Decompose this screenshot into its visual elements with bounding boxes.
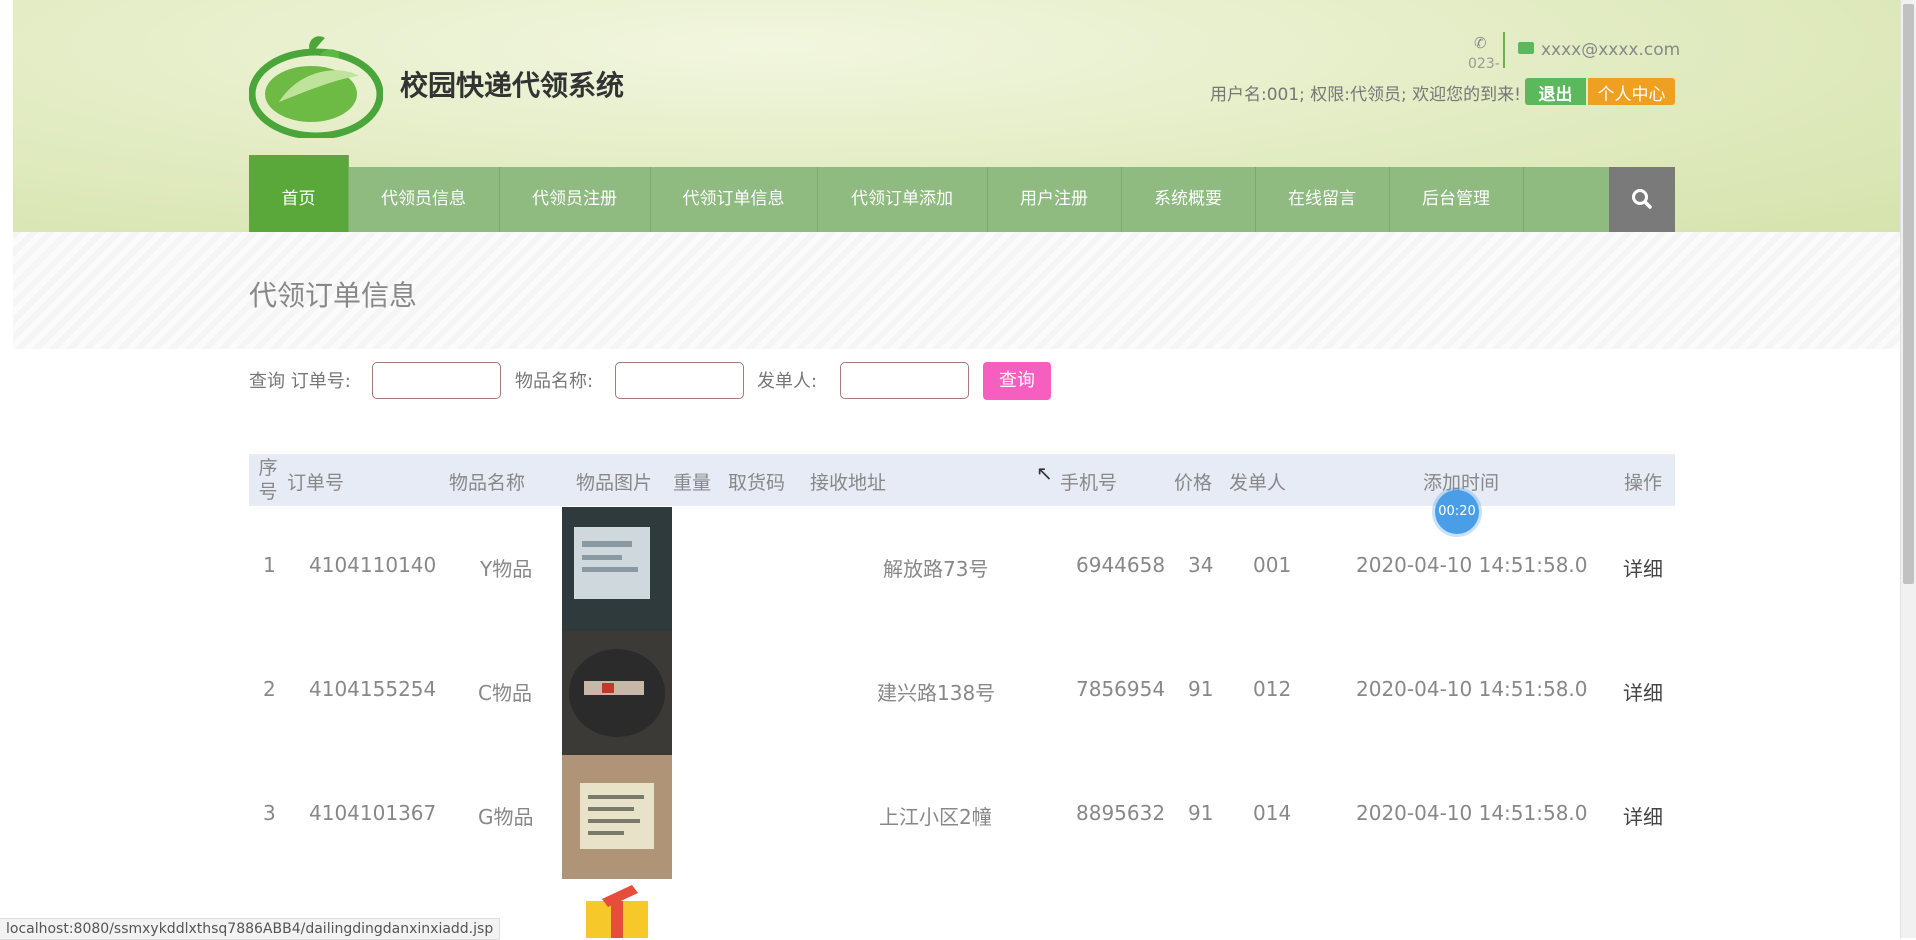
detail-link[interactable]: 详细: [1623, 677, 1663, 706]
profile-button[interactable]: 个人中心: [1588, 78, 1675, 105]
site-title: 校园快递代领系统: [400, 69, 625, 102]
cell-seq: 3: [263, 801, 276, 825]
nav-item-admin[interactable]: 后台管理: [1389, 167, 1524, 232]
th-item-name: 物品名称: [449, 472, 526, 494]
sender-label: 发单人:: [757, 371, 818, 392]
nav-item-home[interactable]: 首页: [249, 155, 349, 232]
cell-phone: 6944658: [1076, 553, 1166, 577]
cell-item-name: C物品: [478, 681, 532, 705]
th-item-image: 物品图片: [576, 472, 653, 494]
cell-added-time: 2020-04-10 14:51:58.0: [1356, 677, 1588, 701]
cell-address: 上江小区2幢: [879, 805, 992, 829]
cell-phone: 7856954: [1076, 677, 1166, 701]
th-price: 价格: [1174, 472, 1213, 494]
nav-item-system-overview[interactable]: 系统概要: [1121, 167, 1256, 232]
mouse-cursor-icon: ↖: [1036, 461, 1053, 485]
item-thumbnail: [562, 755, 672, 879]
scrollbar-thumb[interactable]: [1903, 4, 1914, 584]
th-sender: 发单人: [1229, 472, 1287, 494]
th-weight: 重量: [673, 472, 712, 494]
cell-item-name: G物品: [478, 805, 534, 829]
page-title: 代领订单信息: [249, 279, 418, 312]
cell-address: 建兴路138号: [877, 681, 996, 705]
nav-search-button[interactable]: [1609, 167, 1675, 232]
cell-sender: 014: [1253, 801, 1292, 825]
cell-added-time: 2020-04-10 14:51:58.0: [1356, 801, 1588, 825]
mail-icon: [1518, 42, 1534, 54]
contact-email: xxxx@xxxx.com: [1541, 40, 1681, 60]
cell-sender: 001: [1253, 553, 1292, 577]
site-logo: [249, 36, 383, 138]
cell-seq: 1: [263, 553, 276, 577]
cell-price: 34: [1188, 553, 1214, 577]
nav-item-order-info[interactable]: 代领订单信息: [650, 167, 818, 232]
cell-order-no: 4104110140: [309, 553, 437, 577]
th-order-no: 订单号: [287, 472, 345, 494]
table-row: 2 4104155254 C物品 建兴路138号 7856954 91 012 …: [249, 631, 1675, 755]
nav-item-order-add[interactable]: 代领订单添加: [817, 167, 988, 232]
cell-order-no: 4104101367: [309, 801, 437, 825]
th-phone: 手机号: [1060, 472, 1118, 494]
th-seq: 序号: [258, 457, 278, 503]
th-address: 接收地址: [810, 472, 887, 494]
cell-order-no: 4104155254: [309, 677, 437, 701]
status-bar-url: localhost:8080/ssmxykddlxthsq7886ABB4/da…: [0, 918, 501, 940]
nav-item-user-register[interactable]: 用户注册: [987, 167, 1122, 232]
nav-item-messages[interactable]: 在线留言: [1255, 167, 1390, 232]
phone-icon: ✆: [1474, 34, 1487, 52]
welcome-message: 用户名:001; 权限:代领员; 欢迎您的到来!: [1210, 85, 1521, 105]
logout-button[interactable]: 退出: [1525, 78, 1586, 105]
detail-link[interactable]: 详细: [1623, 801, 1663, 830]
query-order-label: 查询 订单号:: [249, 371, 351, 392]
cell-added-time: 2020-04-10 14:51:58.0: [1356, 553, 1588, 577]
nav-item-agent-register[interactable]: 代领员注册: [499, 167, 651, 232]
cell-sender: 012: [1253, 677, 1292, 701]
cell-price: 91: [1188, 677, 1214, 701]
th-pickup-code: 取货码: [728, 472, 786, 494]
cell-address: 解放路73号: [883, 557, 989, 581]
gift-box-icon: [562, 879, 672, 938]
item-name-label: 物品名称:: [515, 371, 594, 392]
search-icon: [1632, 189, 1652, 209]
nav-item-agent-info[interactable]: 代领员信息: [348, 167, 500, 232]
detail-link[interactable]: 详细: [1623, 553, 1663, 582]
query-button[interactable]: 查询: [983, 362, 1051, 400]
item-thumbnail: [562, 507, 672, 631]
vertical-scrollbar[interactable]: [1900, 0, 1916, 938]
th-action: 操作: [1624, 472, 1663, 494]
contact-divider: [1503, 32, 1505, 68]
item-name-input[interactable]: [615, 362, 744, 399]
table-row: 1 4104110140 Y物品 解放路73号 6944658 34 001 2…: [249, 507, 1675, 631]
order-number-input[interactable]: [372, 362, 501, 399]
cell-seq: 2: [263, 677, 276, 701]
cell-price: 91: [1188, 801, 1214, 825]
cell-phone: 8895632: [1076, 801, 1166, 825]
table-row: 3 4104101367 G物品 上江小区2幢 8895632 91 014 2…: [249, 755, 1675, 879]
cell-item-name: Y物品: [480, 557, 533, 581]
sender-input[interactable]: [840, 362, 969, 399]
item-thumbnail: [562, 631, 672, 755]
phone-number: 023-: [1468, 56, 1500, 72]
